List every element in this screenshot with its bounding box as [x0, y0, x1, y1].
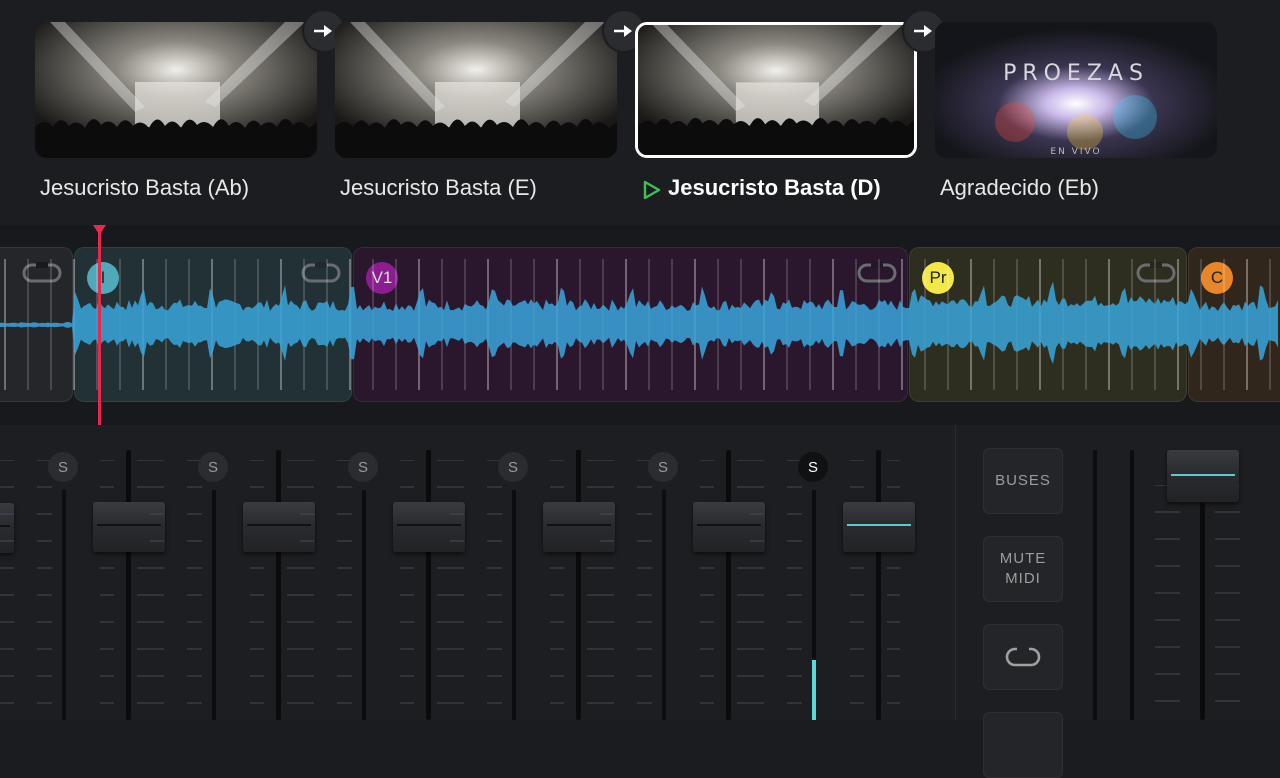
mute-midi-button[interactable]: MUTE MIDI [983, 536, 1063, 602]
level-meter [512, 490, 516, 720]
mixer-channel-5: S [600, 425, 765, 720]
album-art-image: PROEZAS EN VIVO [935, 22, 1217, 158]
song-title: Agradecido (Eb) [940, 175, 1099, 200]
level-meter-fill [812, 660, 816, 720]
solo-button[interactable]: S [498, 452, 528, 482]
solo-button[interactable]: S [48, 452, 78, 482]
master-meter-left [1093, 450, 1097, 720]
fader-track[interactable] [276, 450, 281, 720]
mixer-channel-4: S [450, 425, 615, 720]
solo-button[interactable]: S [348, 452, 378, 482]
mixer-divider [955, 425, 956, 720]
master-meter-right [1130, 450, 1134, 720]
mixer-channel-3: S [300, 425, 465, 720]
playhead[interactable] [98, 225, 101, 425]
fader-track[interactable] [876, 450, 881, 720]
concert-image [335, 22, 617, 158]
solo-button[interactable]: S [198, 452, 228, 482]
transition-arrow-icon [614, 25, 632, 37]
song-title: Jesucristo Basta (D) [668, 175, 881, 200]
fader-track[interactable] [426, 450, 431, 720]
audio-waveform [0, 259, 1278, 390]
playhead-handle[interactable] [93, 225, 106, 235]
loop-icon [1005, 646, 1041, 667]
transition-arrow-icon [914, 25, 932, 37]
master-fader-scale [1155, 485, 1240, 702]
mixer-channel-1: S [0, 425, 165, 720]
transition-arrow-icon [314, 25, 332, 37]
song-artwork [335, 22, 617, 158]
concert-image [35, 22, 317, 158]
master-fader-track[interactable] [1200, 503, 1205, 720]
song-artwork: PROEZAS EN VIVO [935, 22, 1217, 158]
fader-knob[interactable] [843, 502, 915, 552]
waveform-timeline[interactable]: I V1 Pr C [0, 225, 1280, 425]
extra-button[interactable] [983, 712, 1063, 778]
album-art-title: PROEZAS [1003, 61, 1149, 86]
fader-track[interactable] [726, 450, 731, 720]
concert-image [638, 25, 914, 155]
setlist: Jesucristo Basta (Ab) Jesucristo Basta (… [0, 0, 1280, 225]
level-meter [812, 490, 816, 720]
song-artwork [35, 22, 317, 158]
mixer-channel-2: S [150, 425, 315, 720]
song-title: Jesucristo Basta (E) [340, 175, 537, 200]
level-meter [212, 490, 216, 720]
loop-button[interactable] [983, 624, 1063, 690]
level-meter [362, 490, 366, 720]
level-meter [62, 490, 66, 720]
fader-track[interactable] [576, 450, 581, 720]
solo-button[interactable]: S [648, 452, 678, 482]
album-art-subtitle: EN VIVO [1050, 147, 1101, 157]
fader-track[interactable] [126, 450, 131, 720]
song-artwork [635, 22, 917, 158]
play-icon [643, 180, 661, 200]
song-title: Jesucristo Basta (Ab) [40, 175, 250, 200]
mixer: S S S S S S BUSES MUTE MIDI [0, 425, 1280, 778]
buses-button[interactable]: BUSES [983, 448, 1063, 514]
solo-button[interactable]: S [798, 452, 828, 482]
master-fader-knob[interactable] [1167, 450, 1239, 502]
level-meter [662, 490, 666, 720]
mixer-channel-6: S [750, 425, 915, 720]
